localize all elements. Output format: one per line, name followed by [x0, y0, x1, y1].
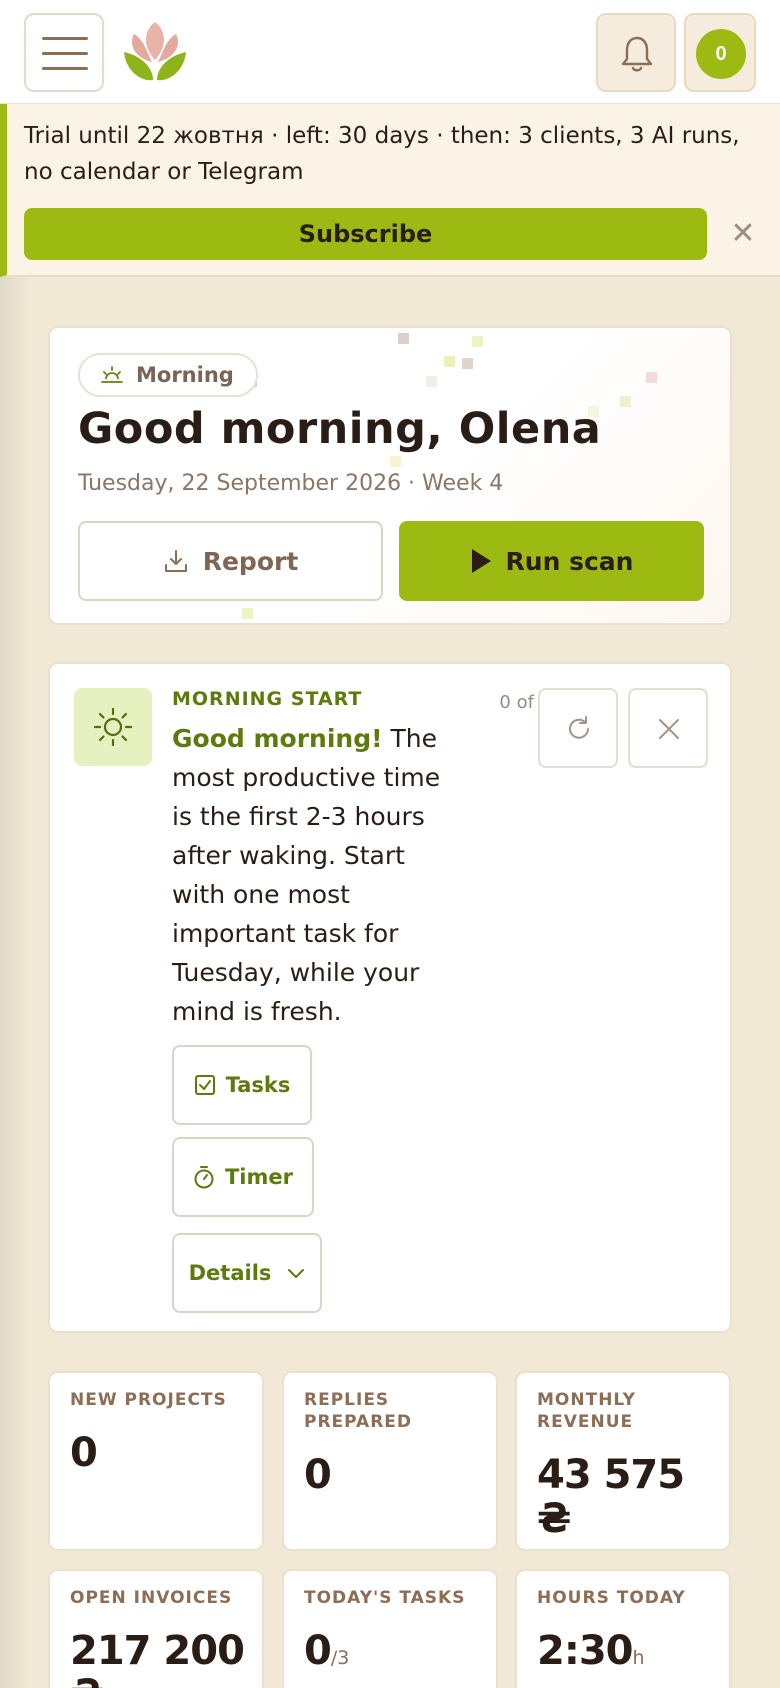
trial-banner: Trial until 22 жовтня · left: 30 days · … [0, 104, 780, 277]
stat-open-invoices[interactable]: OPEN INVOICES 217 200 ₴ [48, 1569, 264, 1688]
stat-label: HOURS TODAY [537, 1588, 686, 1608]
stat-label: OPEN INVOICES [70, 1588, 233, 1608]
subscribe-button[interactable]: Subscribe [24, 208, 707, 260]
lotus-logo[interactable] [122, 18, 188, 84]
stat-label: MONTHLY REVENUE [537, 1390, 636, 1432]
stat-value: 43 575 ₴ [537, 1452, 685, 1542]
stat-monthly-revenue[interactable]: MONTHLY REVENUE 43 575 ₴ [515, 1371, 731, 1551]
stat-value: 0/3 [304, 1628, 350, 1674]
greeting-card: Morning Good morning, Olena Tuesday, 22 … [48, 326, 732, 625]
greeting-title: Good morning, Olena [78, 404, 602, 454]
timer-label: Timer [224, 1165, 293, 1189]
sunrise-icon [101, 366, 123, 383]
close-icon[interactable]: ✕ [729, 219, 757, 249]
stat-value: 2:30h [537, 1628, 645, 1674]
notifications-button[interactable] [596, 13, 676, 92]
tip-lead: Good morning! [172, 724, 383, 753]
notification-count-badge: 0 [696, 29, 746, 79]
tasks-button[interactable]: Tasks [172, 1045, 312, 1125]
details-label: Details [188, 1261, 272, 1285]
time-of-day-pill: Morning [78, 353, 258, 397]
details-button[interactable]: Details [172, 1233, 322, 1313]
download-icon [164, 550, 187, 572]
timer-button[interactable]: Timer [172, 1137, 314, 1217]
stat-label: NEW PROJECTS [70, 1390, 227, 1410]
sun-icon [93, 707, 133, 747]
stat-replies-prepared[interactable]: REPLIES PREPARED 0 [282, 1371, 498, 1551]
stat-value: 0 [304, 1452, 332, 1498]
stopwatch-icon [194, 1166, 214, 1189]
run-scan-label: Run scan [505, 546, 634, 576]
close-icon [659, 719, 679, 739]
stat-hours-today[interactable]: HOURS TODAY 2:30h [515, 1569, 731, 1688]
tip-text: The most productive time is the first 2-… [172, 724, 441, 1026]
tip-body: Good morning! The most productive time i… [172, 719, 444, 1031]
greeting-date: Tuesday, 22 September 2026 · Week 4 [78, 471, 504, 496]
top-bar: 0 [0, 0, 780, 104]
tip-kicker: MORNING START [172, 688, 363, 710]
play-icon [471, 549, 491, 573]
stat-todays-tasks[interactable]: TODAY'S TASKS 0/3 [282, 1569, 498, 1688]
bell-icon [621, 36, 653, 72]
report-label: Report [202, 546, 299, 576]
run-scan-button[interactable]: Run scan [399, 521, 704, 601]
checkbox-icon [194, 1075, 215, 1095]
profile-button[interactable]: 0 [684, 13, 756, 92]
dismiss-tip-button[interactable] [628, 688, 708, 768]
stat-value: 217 200 ₴ [70, 1628, 245, 1688]
chevron-down-icon [288, 1269, 305, 1278]
stat-new-projects[interactable]: NEW PROJECTS 0 [48, 1371, 264, 1551]
refresh-icon [569, 716, 589, 739]
report-button[interactable]: Report [78, 521, 383, 601]
tasks-label: Tasks [225, 1073, 291, 1097]
stat-label: REPLIES PREPARED [304, 1390, 413, 1432]
morning-tip-card: MORNING START 0 of 500 Good morning! The… [48, 662, 732, 1333]
trial-text: Trial until 22 жовтня · left: 30 days · … [24, 123, 740, 185]
stat-value: 0 [70, 1430, 98, 1476]
refresh-button[interactable] [538, 688, 618, 768]
stat-label: TODAY'S TASKS [304, 1588, 466, 1608]
menu-button[interactable] [24, 13, 104, 92]
tip-icon-box [74, 688, 152, 766]
time-of-day-label: Morning [136, 363, 234, 387]
